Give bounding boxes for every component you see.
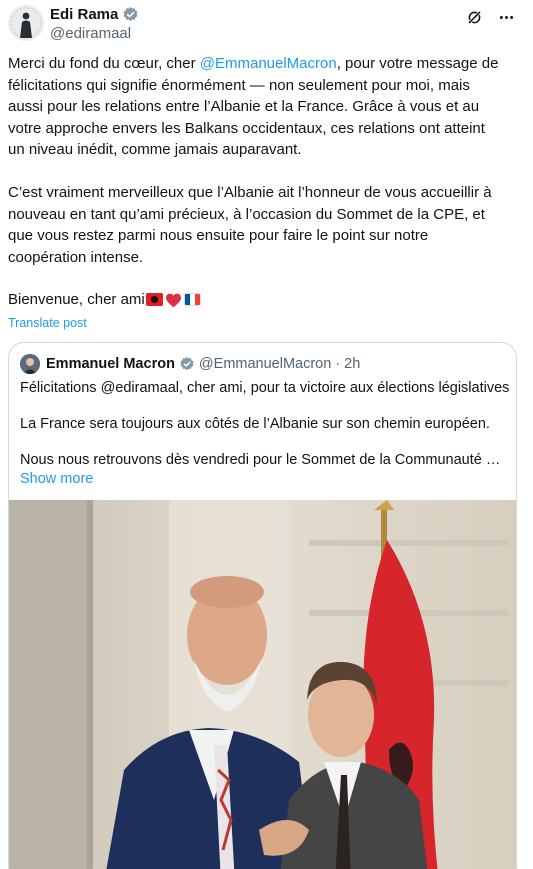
tweet-line: nouveau en tant qu’ami précieux, à l’occ…: [8, 205, 485, 223]
quote-verified-badge-icon: [179, 356, 195, 372]
tweet-line: Bienvenue, cher ami: [8, 289, 520, 311]
france-flag-icon: [183, 293, 201, 307]
tweet-line: Merci du fond du cœur, cher @EmmanuelMac…: [8, 53, 520, 75]
tweet-line: aussi pour les relations entre l’Albanie…: [8, 98, 480, 116]
verified-badge-icon: [122, 6, 139, 23]
tweet-text-segment: Merci du fond du cœur, cher: [8, 55, 200, 72]
grok-icon[interactable]: [465, 8, 483, 26]
quote-author-handle[interactable]: @EmmanuelMacron: [199, 356, 331, 372]
show-more-link[interactable]: Show more: [20, 470, 510, 489]
quote-author-name[interactable]: Emmanuel Macron: [46, 356, 175, 372]
quoted-tweet[interactable]: Emmanuel Macron @EmmanuelMacron · 2h Fél…: [8, 342, 517, 869]
author-avatar[interactable]: [8, 5, 44, 41]
tweet-line: C’est vraiment merveilleux que l’Albanie…: [8, 183, 492, 201]
mention-link[interactable]: @EmmanuelMacron: [200, 55, 337, 72]
tweet-line: félicitations qui signifie énormément — …: [8, 76, 470, 94]
author-name-row: Edi Rama: [50, 6, 139, 23]
quote-line: Félicitations @ediramaal, cher ami, pour…: [20, 380, 510, 396]
header-actions: [465, 8, 515, 26]
albania-flag-icon: [145, 293, 163, 307]
author-handle[interactable]: @ediramaal: [50, 25, 131, 42]
quote-separator: ·: [335, 356, 341, 372]
tweet-line: coopération intense.: [8, 248, 144, 266]
tweet-line: un niveau inédit, comme jamais auparavan…: [8, 141, 302, 159]
translate-post-link[interactable]: Translate post: [8, 316, 87, 330]
tweet-text-segment: Bienvenue, cher ami: [8, 291, 145, 309]
red-heart-icon: [165, 294, 181, 308]
more-icon[interactable]: [497, 8, 515, 26]
quote-line: Nous nous retrouvons dès vendredi pour l…: [20, 452, 501, 468]
tweet-text-segment: , pour votre message de: [336, 55, 499, 72]
quote-timestamp[interactable]: 2h: [344, 356, 360, 372]
author-name[interactable]: Edi Rama: [50, 6, 118, 23]
quote-photo[interactable]: [9, 500, 516, 869]
emoji-group: [145, 293, 201, 308]
tweet-line: que vous restez parmi nous ensuite pour …: [8, 227, 429, 245]
quote-header: Emmanuel Macron @EmmanuelMacron · 2h: [20, 354, 360, 374]
quote-line: La France sera toujours aux côtés de l’A…: [20, 416, 490, 432]
tweet-line: votre approche envers les Balkans occide…: [8, 119, 485, 137]
tweet-header: Edi Rama @ediramaal: [8, 4, 525, 44]
tweet-text: Merci du fond du cœur, cher @EmmanuelMac…: [8, 53, 520, 311]
quote-author-avatar[interactable]: [20, 354, 40, 374]
quote-text: Félicitations @ediramaal, cher ami, pour…: [20, 379, 510, 489]
